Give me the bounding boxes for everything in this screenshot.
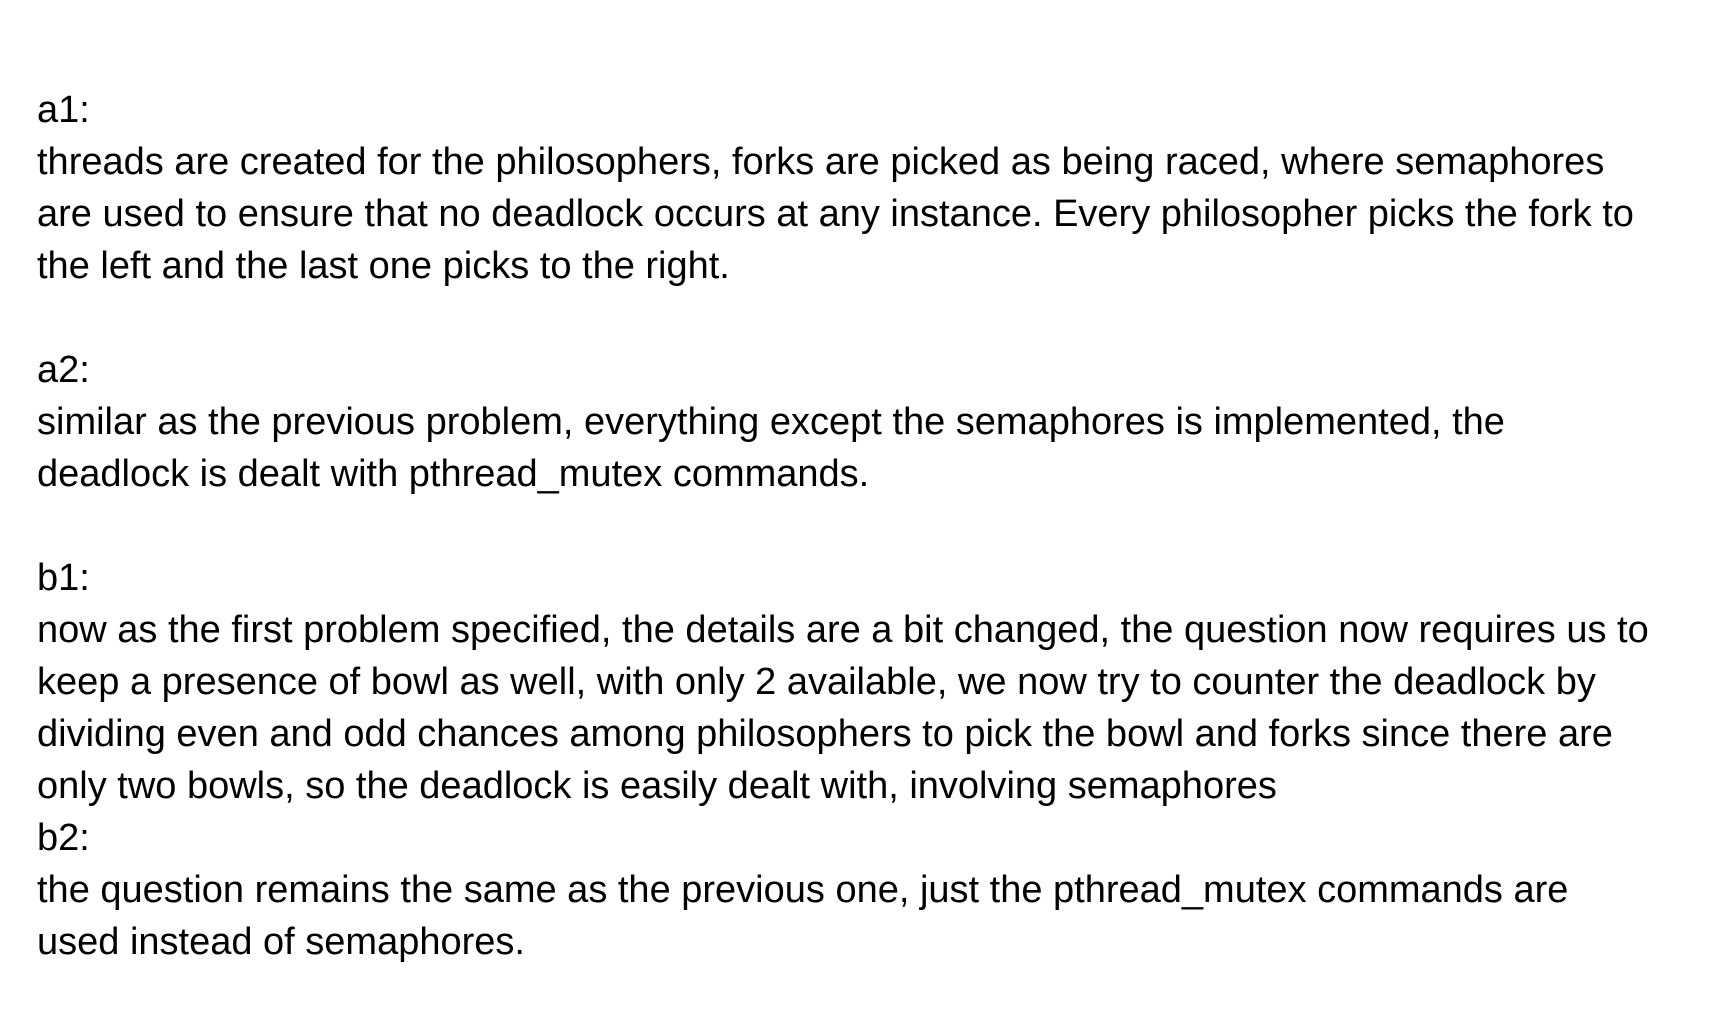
paragraph-line: the question remains the same as the pre… [37,869,1569,911]
section-label: a2: [37,349,90,391]
paragraph-line: used instead of semaphores. [37,921,525,963]
paragraph-line: now as the first problem specified, the … [37,609,1649,651]
section-a1: a1: threads are created for the philosop… [37,84,1717,292]
section-label: b2: [37,817,90,859]
paragraph-line: deadlock is dealt with pthread_mutex com… [37,453,870,495]
paragraph-line: threads are created for the philosophers… [37,141,1605,183]
paragraph-line: dividing even and odd chances among phil… [37,713,1613,755]
section-b2: b2: the question remains the same as the… [37,812,1717,968]
paragraph-line: only two bowls, so the deadlock is easil… [37,765,1277,807]
paragraph-line: keep a presence of bowl as well, with on… [37,661,1596,703]
document-body: a1: threads are created for the philosop… [37,84,1717,968]
section-label: a1: [37,89,90,131]
paragraph-line: similar as the previous problem, everyth… [37,401,1505,443]
section-a2: a2: similar as the previous problem, eve… [37,344,1717,500]
paragraph-line: the left and the last one picks to the r… [37,245,730,287]
section-b1: b1: now as the first problem specified, … [37,552,1717,812]
paragraph-line: are used to ensure that no deadlock occu… [37,193,1634,235]
section-label: b1: [37,557,90,599]
